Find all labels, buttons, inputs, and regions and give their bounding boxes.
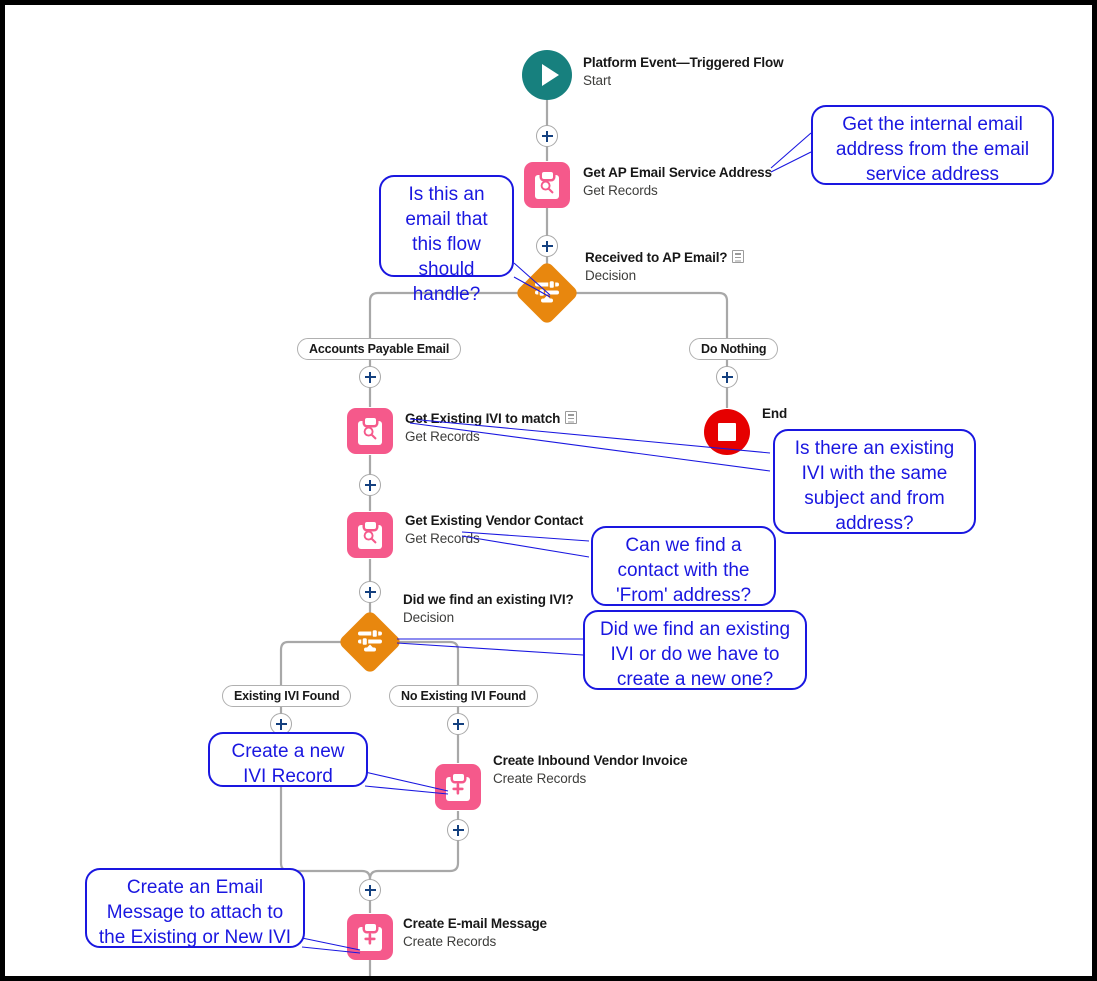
stop-square-inner bbox=[718, 423, 736, 441]
annotation-create-email-message[interactable]: Create an Email Message to attach to the… bbox=[85, 868, 305, 948]
annotation-find-or-create[interactable]: Did we find an existing IVI or do we hav… bbox=[583, 610, 807, 690]
clipboard-search-icon bbox=[347, 408, 393, 454]
node-title: Received to AP Email? bbox=[585, 250, 728, 265]
annotation-existing-ivi[interactable]: Is there an existing IVI with the same s… bbox=[773, 429, 976, 534]
branch-label-accounts-payable-email[interactable]: Accounts Payable Email bbox=[297, 338, 462, 360]
node-title: Get Existing IVI to match bbox=[405, 411, 561, 426]
clipboard-search-icon bbox=[524, 162, 570, 208]
add-element-button-9[interactable] bbox=[447, 819, 469, 841]
add-element-button-4[interactable] bbox=[716, 366, 738, 388]
add-element-button-3[interactable] bbox=[359, 366, 381, 388]
node-end[interactable] bbox=[704, 409, 750, 455]
node-create-inbound-vendor-invoice[interactable] bbox=[435, 764, 481, 810]
description-note-icon bbox=[732, 250, 745, 263]
annotation-internal-email[interactable]: Get the internal email address from the … bbox=[811, 105, 1054, 185]
play-icon bbox=[522, 50, 572, 100]
annotation-should-handle[interactable]: Is this an email that this flow should h… bbox=[379, 175, 514, 305]
node-subtitle: Decision bbox=[403, 610, 454, 625]
node-received-to-ap-email-label: Received to AP Email? Decision bbox=[585, 249, 745, 284]
node-subtitle: Get Records bbox=[405, 531, 480, 546]
play-triangle-icon bbox=[541, 64, 559, 86]
node-start-label: Platform Event—Triggered Flow Start bbox=[583, 54, 784, 89]
decision-sliders-icon bbox=[338, 610, 402, 674]
annotation-create-ivi[interactable]: Create a new IVI Record bbox=[208, 732, 368, 787]
add-element-button-6[interactable] bbox=[359, 581, 381, 603]
description-note-icon bbox=[565, 411, 578, 424]
node-create-inbound-vendor-invoice-label: Create Inbound Vendor Invoice Create Rec… bbox=[493, 752, 688, 787]
node-create-email-message-label: Create E-mail Message Create Records bbox=[403, 915, 547, 950]
clipboard-search-icon bbox=[347, 512, 393, 558]
clipboard-plus-icon bbox=[347, 914, 393, 960]
node-subtitle: Get Records bbox=[405, 429, 480, 444]
node-get-ap-email-service-address-label: Get AP Email Service Address Get Records bbox=[583, 164, 772, 199]
node-get-existing-ivi-to-match-label: Get Existing IVI to match Get Records bbox=[405, 410, 578, 445]
node-title: Create E-mail Message bbox=[403, 916, 547, 931]
node-get-existing-vendor-contact[interactable] bbox=[347, 512, 393, 558]
branch-label-do-nothing[interactable]: Do Nothing bbox=[689, 338, 779, 360]
node-get-ap-email-service-address[interactable] bbox=[524, 162, 570, 208]
add-element-button-8[interactable] bbox=[447, 713, 469, 735]
node-did-we-find-an-existing-ivi[interactable] bbox=[337, 609, 403, 675]
node-get-existing-vendor-contact-label: Get Existing Vendor Contact Get Records bbox=[405, 512, 583, 547]
node-start-title: Platform Event—Triggered Flow bbox=[583, 55, 784, 70]
add-element-button-2[interactable] bbox=[536, 235, 558, 257]
node-subtitle: Create Records bbox=[403, 934, 497, 949]
branch-label-existing-ivi-found[interactable]: Existing IVI Found bbox=[222, 685, 352, 707]
node-title: Get AP Email Service Address bbox=[583, 165, 772, 180]
branch-label-no-existing-ivi-found[interactable]: No Existing IVI Found bbox=[389, 685, 538, 707]
node-subtitle: Get Records bbox=[583, 183, 658, 198]
add-element-button-5[interactable] bbox=[359, 474, 381, 496]
node-title: Did we find an existing IVI? bbox=[403, 592, 574, 607]
add-element-button-1[interactable] bbox=[536, 125, 558, 147]
decision-sliders-icon bbox=[515, 261, 579, 325]
node-subtitle: Decision bbox=[585, 268, 636, 283]
clipboard-plus-icon bbox=[435, 764, 481, 810]
node-start[interactable] bbox=[522, 50, 572, 100]
add-element-button-10[interactable] bbox=[359, 879, 381, 901]
node-did-we-find-an-existing-ivi-label: Did we find an existing IVI? Decision bbox=[403, 591, 574, 626]
node-received-to-ap-email[interactable] bbox=[514, 260, 580, 326]
node-end-title: End bbox=[762, 406, 788, 421]
stop-square-icon bbox=[704, 409, 750, 455]
node-create-email-message[interactable] bbox=[347, 914, 393, 960]
node-start-subtitle: Start bbox=[583, 73, 612, 88]
node-title: Create Inbound Vendor Invoice bbox=[493, 753, 688, 768]
node-get-existing-ivi-to-match[interactable] bbox=[347, 408, 393, 454]
flow-canvas[interactable]: Platform Event—Triggered Flow Start Get … bbox=[5, 5, 1092, 976]
annotation-find-contact[interactable]: Can we find a contact with the 'From' ad… bbox=[591, 526, 776, 606]
node-subtitle: Create Records bbox=[493, 771, 587, 786]
node-title: Get Existing Vendor Contact bbox=[405, 513, 584, 528]
node-end-label: End bbox=[762, 405, 787, 423]
